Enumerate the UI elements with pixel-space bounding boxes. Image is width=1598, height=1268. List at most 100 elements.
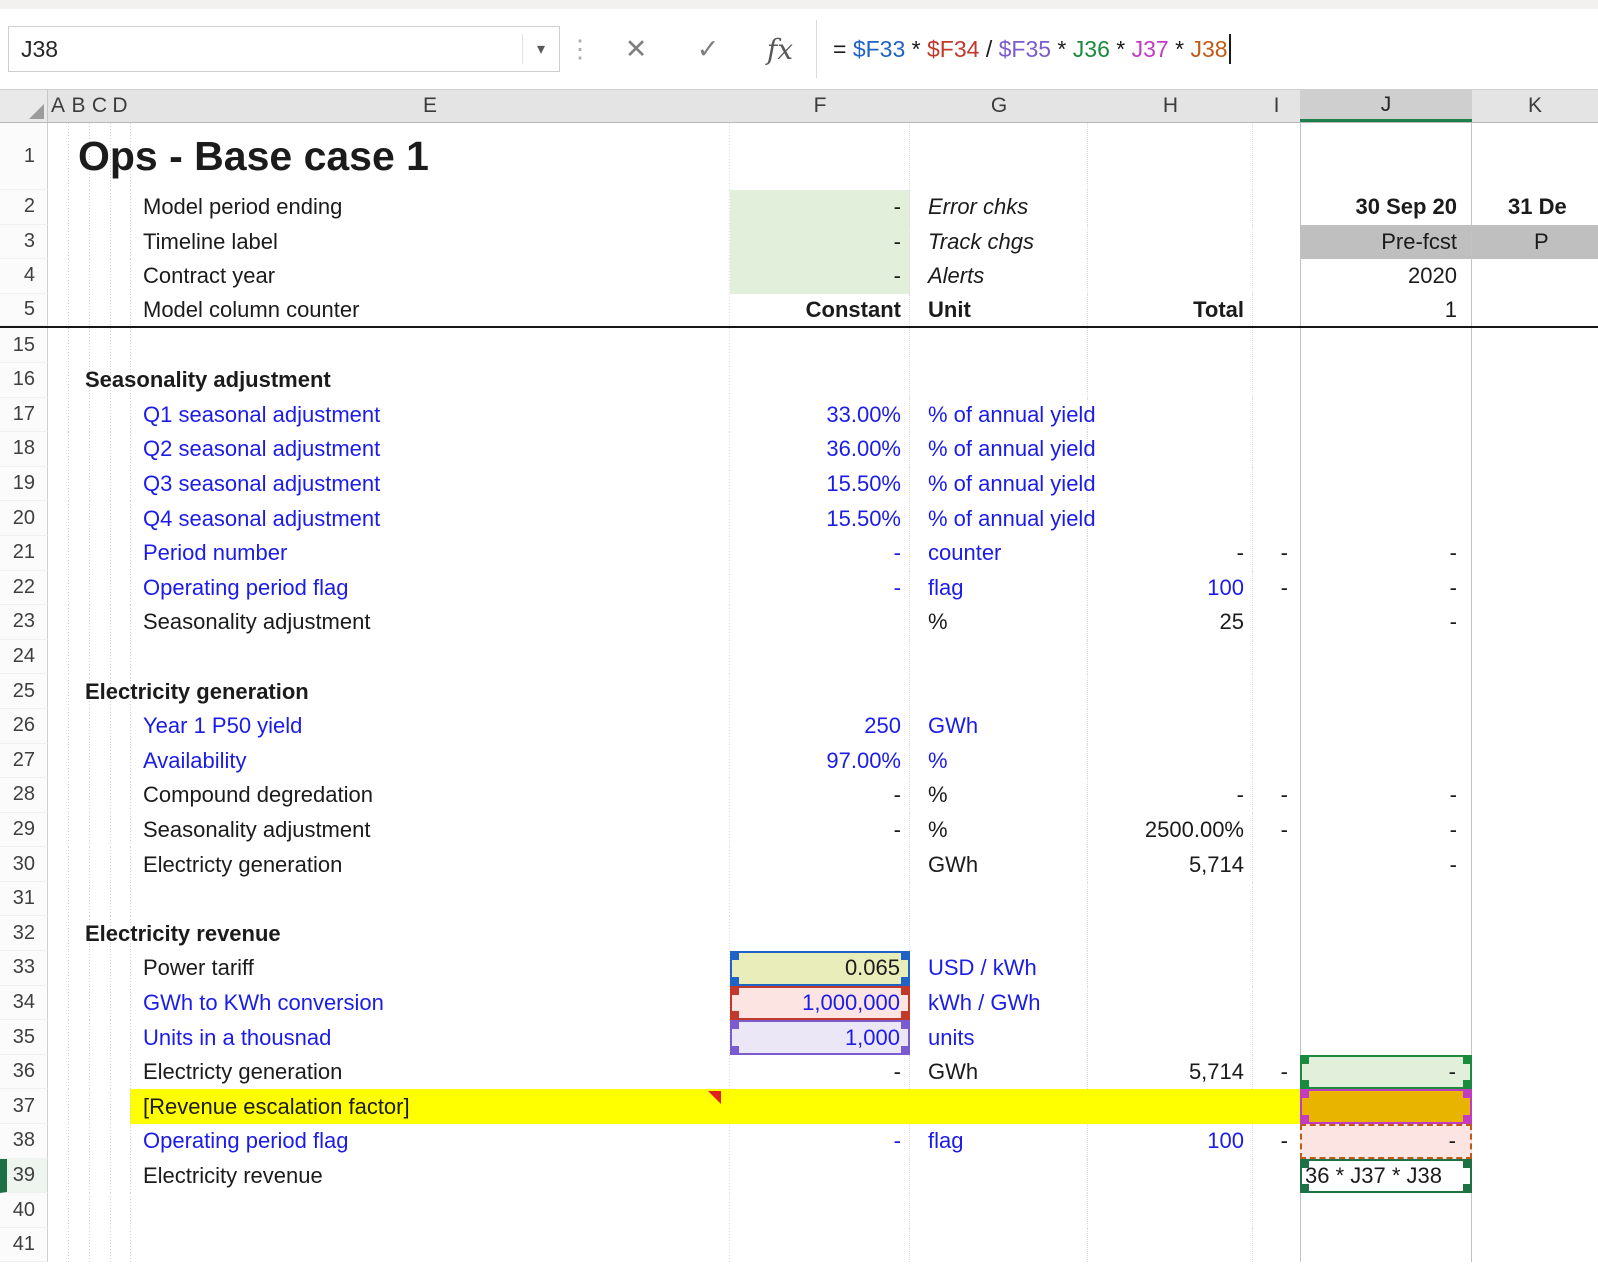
cell-J39-formula-edit[interactable]: 36 * J37 * J38 — [1300, 1158, 1472, 1194]
cell-F1[interactable] — [730, 123, 910, 190]
cell-F27[interactable]: 97.00% — [730, 743, 910, 779]
cancel-button[interactable]: ✕ — [600, 34, 672, 65]
cell-G34[interactable]: kWh / GWh — [910, 985, 1088, 1021]
cell-I33[interactable] — [1253, 951, 1300, 986]
column-header-i[interactable]: I — [1253, 90, 1300, 122]
cell-J19[interactable] — [1300, 466, 1472, 502]
cell-J29[interactable]: - — [1300, 812, 1472, 848]
row-header-29[interactable]: 29 — [0, 812, 48, 848]
cell-F23[interactable] — [730, 605, 910, 640]
row-header-19[interactable]: 19 — [0, 466, 48, 502]
cell-K38[interactable] — [1472, 1124, 1598, 1159]
cell-K34[interactable] — [1472, 986, 1598, 1021]
cell-I25[interactable] — [1253, 674, 1300, 709]
cell-F33-ref-highlight[interactable]: 0.065 — [730, 951, 910, 986]
cell-F40[interactable] — [730, 1193, 910, 1228]
cell-G20[interactable]: % of annual yield — [910, 501, 1096, 536]
cell-H20[interactable] — [1088, 501, 1253, 536]
cell-E26[interactable]: Year 1 P50 yield — [48, 708, 730, 744]
cell-I36[interactable]: - — [1253, 1055, 1300, 1090]
cell-E40[interactable] — [48, 1193, 730, 1228]
cell-H18[interactable] — [1088, 432, 1253, 467]
cell-K31[interactable] — [1472, 882, 1598, 917]
cell-F17[interactable]: 33.00% — [730, 397, 910, 433]
cell-H15[interactable] — [1088, 328, 1253, 363]
column-header-f[interactable]: F — [730, 90, 910, 122]
cell-E37[interactable]: [Revenue escalation factor] — [48, 1089, 730, 1125]
row-header-2[interactable]: 2 — [0, 190, 48, 225]
cell-F26[interactable]: 250 — [730, 708, 910, 744]
row-header-30[interactable]: 30 — [0, 847, 48, 882]
cell-F41[interactable] — [730, 1227, 910, 1263]
row-header-18[interactable]: 18 — [0, 432, 48, 467]
cell-K28[interactable] — [1472, 778, 1598, 813]
column-header-k[interactable]: K — [1472, 90, 1598, 122]
row-header-5[interactable]: 5 — [0, 293, 48, 327]
cell-H28[interactable]: - — [1088, 778, 1253, 813]
cell-H3[interactable] — [1088, 224, 1253, 260]
cell-J4[interactable]: 2020 — [1300, 259, 1472, 294]
cell-J37-ref-highlight[interactable] — [1300, 1089, 1472, 1125]
cell-K29[interactable] — [1472, 813, 1598, 848]
column-header-d[interactable]: D — [110, 90, 130, 122]
cell-H16[interactable] — [1088, 362, 1253, 398]
cell-H40[interactable] — [1088, 1193, 1253, 1228]
cell-G39[interactable] — [910, 1158, 1088, 1194]
cell-K18[interactable] — [1472, 432, 1598, 467]
cell-I28[interactable]: - — [1253, 778, 1300, 813]
cell-G4[interactable]: Alerts — [910, 259, 1088, 294]
cell-G2[interactable]: Error chks — [910, 190, 1088, 225]
row-header-22[interactable]: 22 — [0, 570, 48, 606]
row-header-33[interactable]: 33 — [0, 951, 48, 986]
cell-H31[interactable] — [1088, 881, 1253, 917]
cell-H4[interactable] — [1088, 259, 1253, 294]
row-header-20[interactable]: 20 — [0, 501, 48, 536]
cell-E24[interactable] — [48, 639, 730, 675]
cell-K17[interactable] — [1472, 398, 1598, 433]
cell-G17[interactable]: % of annual yield — [910, 397, 1096, 433]
cell-F39[interactable] — [730, 1158, 910, 1194]
cell-F3[interactable]: - — [730, 224, 910, 260]
cell-F22[interactable]: - — [730, 570, 910, 606]
cell-K25[interactable] — [1472, 674, 1598, 709]
cell-H38[interactable]: 100 — [1088, 1124, 1253, 1159]
cell-J3[interactable]: Pre-fcst — [1300, 224, 1472, 260]
cell-K26[interactable] — [1472, 709, 1598, 744]
cell-H2[interactable] — [1088, 190, 1253, 225]
cell-J28[interactable]: - — [1300, 778, 1472, 813]
row-header-25[interactable]: 25 — [0, 674, 48, 709]
cell-E29[interactable]: Seasonality adjustment — [48, 812, 730, 848]
cell-F16[interactable] — [730, 362, 910, 398]
cell-K30[interactable] — [1472, 847, 1598, 882]
cell-K33[interactable] — [1472, 951, 1598, 986]
cell-J24[interactable] — [1300, 639, 1472, 675]
cell-G23[interactable]: % — [910, 605, 1088, 640]
cell-K19[interactable] — [1472, 467, 1598, 502]
column-header-h[interactable]: H — [1088, 90, 1253, 122]
cell-J35[interactable] — [1300, 1020, 1472, 1055]
cell-H33[interactable] — [1088, 951, 1253, 986]
cell-I35[interactable] — [1253, 1020, 1300, 1055]
cell-I26[interactable] — [1253, 709, 1300, 744]
cell-H35[interactable] — [1088, 1020, 1253, 1055]
cell-I23[interactable] — [1253, 605, 1300, 640]
cell-E18[interactable]: Q2 seasonal adjustment — [48, 432, 730, 467]
cell-H25[interactable] — [1088, 674, 1253, 709]
cell-G35[interactable]: units — [910, 1020, 1088, 1055]
column-header-e[interactable]: E — [130, 90, 730, 122]
cell-H36[interactable]: 5,714 — [1088, 1054, 1253, 1090]
cell-H30[interactable]: 5,714 — [1088, 847, 1253, 882]
column-header-g[interactable]: G — [910, 90, 1088, 122]
select-all-button[interactable] — [0, 90, 48, 122]
cell-I37[interactable] — [1253, 1089, 1300, 1125]
cell-E36[interactable]: Electricty generation — [48, 1054, 730, 1090]
row-header-27[interactable]: 27 — [0, 743, 48, 779]
cell-F20[interactable]: 15.50% — [730, 501, 910, 536]
cell-I2[interactable] — [1253, 190, 1300, 225]
cell-E1[interactable]: Ops - Base case 1 — [48, 123, 730, 190]
cell-G25[interactable] — [910, 674, 1088, 709]
cell-E4[interactable]: Contract year — [48, 259, 730, 294]
cell-H19[interactable] — [1088, 466, 1253, 502]
cell-K3[interactable]: P — [1472, 224, 1598, 260]
cell-K40[interactable] — [1472, 1193, 1598, 1228]
